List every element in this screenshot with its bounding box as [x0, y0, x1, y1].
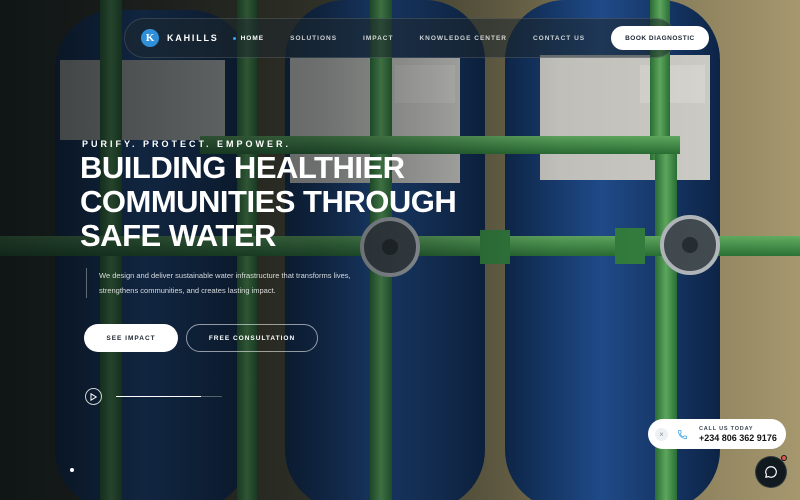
video-progress-fill [116, 396, 201, 397]
free-consultation-button[interactable]: FREE CONSULTATION [186, 324, 318, 352]
hero-headline: BUILDING HEALTHIER COMMUNITIES THROUGH S… [80, 151, 500, 253]
brand-logo[interactable]: K KAHILLS [141, 29, 219, 47]
active-indicator-dot [232, 36, 236, 40]
nav-item-solutions[interactable]: SOLUTIONS [290, 35, 337, 42]
book-diagnostic-button[interactable]: BOOK DIAGNOSTIC [611, 26, 709, 50]
nav-item-home[interactable]: HOME [232, 34, 265, 42]
headline-line-2: COMMUNITIES THROUGH [80, 184, 457, 219]
hero-tagline: PURIFY. PROTECT. EMPOWER. [82, 139, 292, 149]
notification-badge [781, 455, 787, 461]
video-progress-bar[interactable] [116, 396, 222, 397]
brand-name: KAHILLS [167, 33, 219, 43]
phone-number[interactable]: +234 806 362 9176 [699, 433, 777, 443]
nav-item-label: KNOWLEDGE CENTER [419, 34, 507, 42]
phone-icon [673, 429, 691, 440]
slide-indicator-dot[interactable] [70, 468, 74, 472]
nav-menu: HOME SOLUTIONS IMPACT KNOWLEDGE CENTER C… [232, 34, 612, 42]
hero-description-block: We design and deliver sustainable water … [86, 268, 356, 298]
close-icon[interactable]: × [655, 427, 668, 441]
nav-item-label: SOLUTIONS [290, 34, 338, 42]
nav-item-label: IMPACT [363, 34, 394, 42]
call-us-widget[interactable]: × CALL US TODAY +234 806 362 9176 [648, 419, 786, 449]
logo-mark-icon: K [141, 29, 159, 47]
chat-launcher-button[interactable] [755, 455, 787, 488]
see-impact-button[interactable]: SEE IMPACT [84, 324, 178, 352]
nav-item-impact[interactable]: IMPACT [363, 35, 393, 42]
play-icon [90, 392, 97, 401]
chat-icon [765, 466, 777, 478]
nav-item-label: HOME [240, 34, 265, 42]
nav-item-contact-us[interactable]: CONTACT US [533, 35, 585, 42]
call-us-label: CALL US TODAY [699, 425, 754, 432]
play-video-button[interactable] [85, 388, 102, 405]
nav-item-label: CONTACT US [532, 34, 586, 42]
hero-description: We design and deliver sustainable water … [99, 271, 351, 295]
headline-line-3: SAFE WATER [80, 218, 276, 253]
nav-item-knowledge-center[interactable]: KNOWLEDGE CENTER [419, 35, 507, 42]
top-navigation: K KAHILLS HOME SOLUTIONS IMPACT KNOWLEDG… [124, 18, 709, 58]
headline-line-1: BUILDING HEALTHIER [80, 150, 405, 185]
